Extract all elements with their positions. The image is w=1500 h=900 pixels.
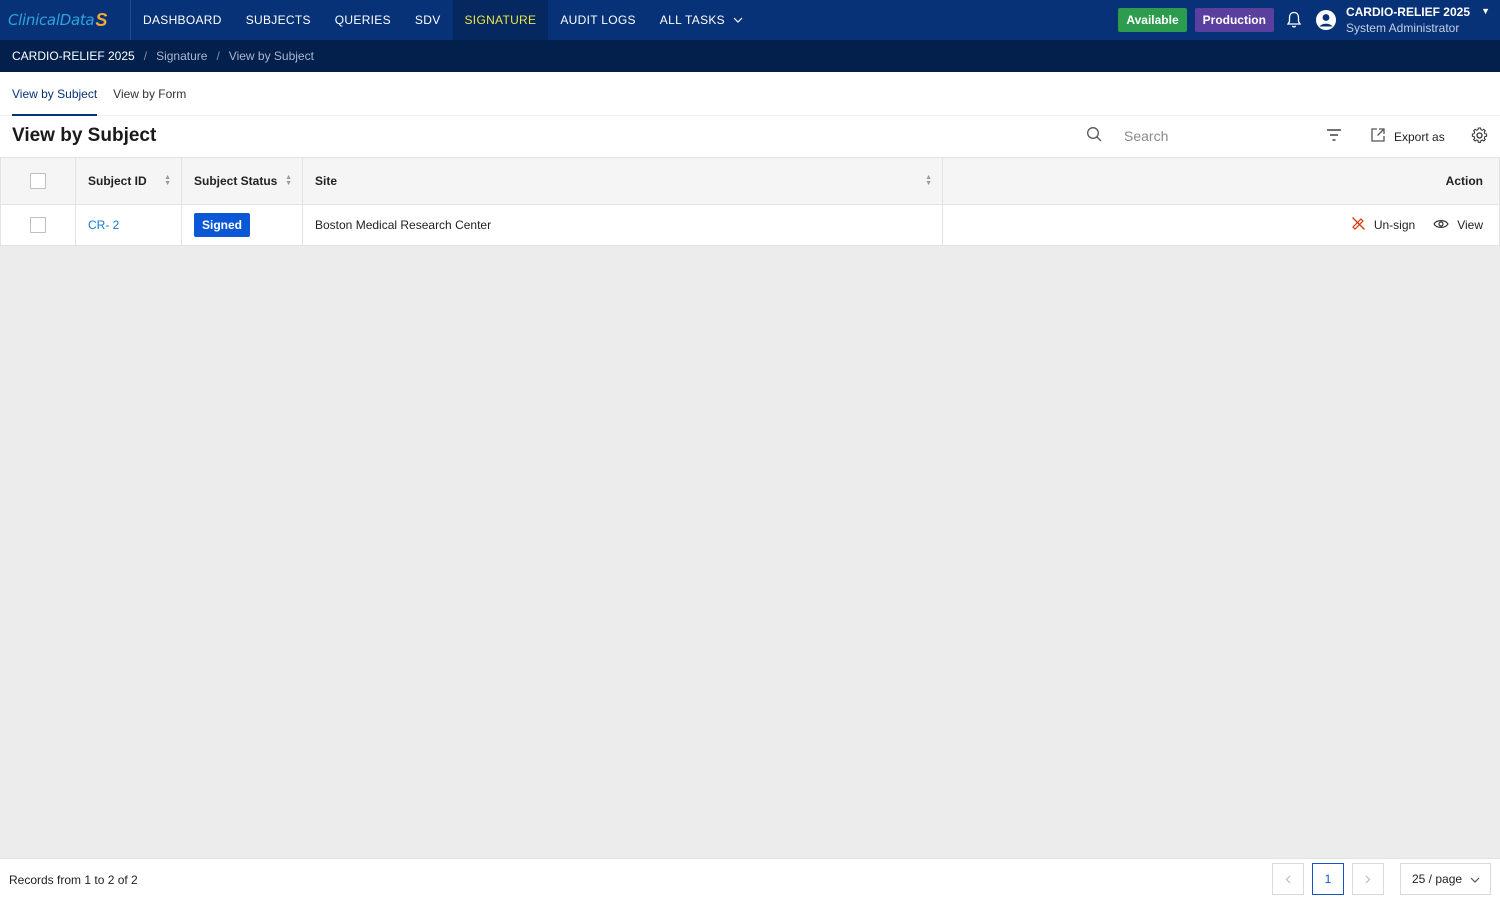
nav-subjects[interactable]: SUBJECTS xyxy=(234,0,323,40)
column-label: Site xyxy=(315,174,338,188)
subject-id-cell: CR- 2 xyxy=(76,205,182,245)
view-label: View xyxy=(1457,218,1483,232)
page-size-value: 25 / page xyxy=(1412,872,1463,886)
tab-view-by-subject[interactable]: View by Subject xyxy=(12,72,98,116)
column-header-site[interactable]: Site ▲ ▼ xyxy=(303,158,943,204)
next-page-button[interactable] xyxy=(1352,863,1384,895)
main-nav: DASHBOARD SUBJECTS QUERIES SDV SIGNATURE… xyxy=(131,0,755,40)
select-all-checkbox[interactable] xyxy=(30,173,46,189)
logo-text: ClinicalData xyxy=(8,11,95,29)
page-size-select[interactable]: 25 / page xyxy=(1400,863,1491,895)
breadcrumb-separator: / xyxy=(143,49,148,63)
breadcrumb-separator: / xyxy=(216,49,220,63)
app-logo[interactable]: ClinicalData S xyxy=(0,0,131,40)
top-right-area: Available Production CARDIO-RELIEF 2025 … xyxy=(1118,0,1500,40)
search-icon[interactable] xyxy=(1086,126,1102,145)
eye-icon xyxy=(1433,218,1449,233)
column-label: Action xyxy=(1445,174,1483,188)
row-select-cell xyxy=(0,205,76,245)
logo-mark: S xyxy=(95,9,108,30)
unsign-button[interactable]: Un-sign xyxy=(1351,216,1415,234)
table-header: Subject ID ▲ ▼ Subject Status ▲ ▼ Site ▲ ▼ … xyxy=(0,157,1500,205)
environment-badge: Production xyxy=(1194,8,1274,32)
unsign-label: Un-sign xyxy=(1373,218,1416,232)
content-header: View by Subject View by Form View by Sub… xyxy=(0,72,1500,157)
column-header-action: Action xyxy=(943,158,1500,204)
unsign-icon xyxy=(1351,216,1366,234)
sort-icon[interactable]: ▲ ▼ xyxy=(285,174,292,187)
action-cell: Un-sign View xyxy=(943,205,1500,245)
nav-sdv[interactable]: SDV xyxy=(403,0,453,40)
nav-signature[interactable]: SIGNATURE xyxy=(452,0,549,40)
records-summary: Records from 1 to 2 of 2 xyxy=(9,872,138,887)
breadcrumb-study[interactable]: CARDIO-RELIEF 2025 xyxy=(12,49,135,63)
nav-dashboard[interactable]: DASHBOARD xyxy=(131,0,234,40)
nav-all-tasks[interactable]: ALL TASKS xyxy=(648,0,755,40)
breadcrumb-current: View by Subject xyxy=(228,49,314,63)
chevron-down-icon xyxy=(733,15,743,25)
search-input[interactable] xyxy=(1124,127,1314,144)
export-label: Export as xyxy=(1394,129,1445,144)
chevron-down-icon xyxy=(1470,872,1480,886)
select-all-cell xyxy=(0,158,76,204)
table-row: CR- 2 Signed Boston Medical Research Cen… xyxy=(0,205,1500,246)
column-header-subject-status[interactable]: Subject Status ▲ ▼ xyxy=(182,158,303,204)
nav-audit-logs[interactable]: AUDIT LOGS xyxy=(548,0,647,40)
breadcrumb-signature[interactable]: Signature xyxy=(156,49,207,63)
filter-icon[interactable] xyxy=(1326,128,1342,145)
subjects-table: Subject ID ▲ ▼ Subject Status ▲ ▼ Site ▲ ▼ … xyxy=(0,157,1500,246)
column-label: Subject Status xyxy=(194,174,278,188)
site-name: Boston Medical Research Center xyxy=(315,218,492,232)
nav-all-tasks-label: ALL TASKS xyxy=(659,13,725,27)
site-cell: Boston Medical Research Center xyxy=(303,205,943,245)
page-title: View by Subject xyxy=(12,125,157,146)
settings-icon[interactable] xyxy=(1471,127,1488,147)
row-checkbox[interactable] xyxy=(30,217,46,233)
user-menu[interactable]: CARDIO-RELIEF 2025 System Administrator xyxy=(1346,4,1470,36)
caret-down-icon[interactable]: ▼ xyxy=(1481,6,1490,16)
export-icon xyxy=(1370,127,1386,146)
page-number-button[interactable]: 1 xyxy=(1312,863,1344,895)
column-header-subject-id[interactable]: Subject ID ▲ ▼ xyxy=(76,158,182,204)
prev-page-button[interactable] xyxy=(1272,863,1304,895)
tab-view-by-form[interactable]: View by Form xyxy=(113,72,186,116)
view-tabs: View by Subject View by Form xyxy=(0,72,1500,116)
table-footer: Records from 1 to 2 of 2 1 25 / page xyxy=(0,858,1500,900)
nav-queries[interactable]: QUERIES xyxy=(323,0,403,40)
export-button[interactable]: Export as xyxy=(1370,127,1445,146)
search-box xyxy=(1086,126,1314,145)
subject-status-cell: Signed xyxy=(182,205,303,245)
sort-icon[interactable]: ▲ ▼ xyxy=(925,174,932,187)
top-navigation-bar: ClinicalData S DASHBOARD SUBJECTS QUERIE… xyxy=(0,0,1500,40)
title-row: View by Subject Export as xyxy=(0,116,1500,156)
subject-id-link[interactable]: CR- 2 xyxy=(88,218,119,232)
status-badge: Signed xyxy=(194,213,251,237)
view-button[interactable]: View xyxy=(1433,218,1483,233)
sort-icon[interactable]: ▲ ▼ xyxy=(164,174,171,187)
bell-icon[interactable] xyxy=(1282,8,1306,32)
column-label: Subject ID xyxy=(88,174,147,188)
user-study-name: CARDIO-RELIEF 2025 xyxy=(1345,5,1470,19)
availability-badge: Available xyxy=(1118,8,1187,32)
user-avatar-icon[interactable] xyxy=(1314,8,1338,32)
user-role: System Administrator xyxy=(1345,21,1460,35)
pagination: 1 25 / page xyxy=(1264,863,1491,895)
breadcrumb: CARDIO-RELIEF 2025 / Signature / View by… xyxy=(0,40,1500,72)
